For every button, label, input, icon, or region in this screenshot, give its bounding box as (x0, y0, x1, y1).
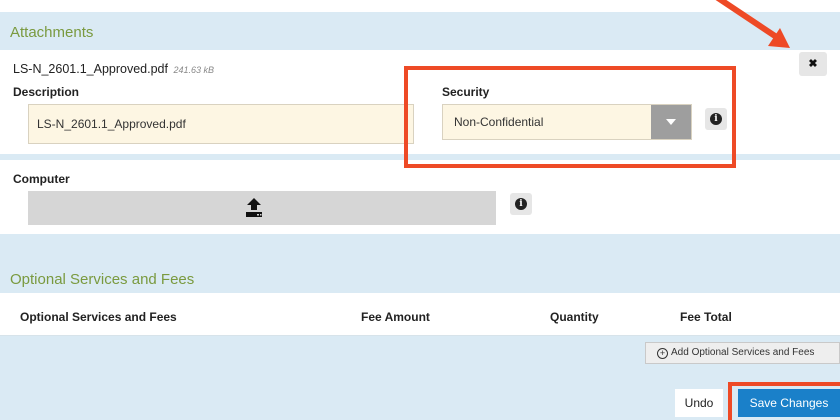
annotation-arrow (715, 0, 790, 48)
